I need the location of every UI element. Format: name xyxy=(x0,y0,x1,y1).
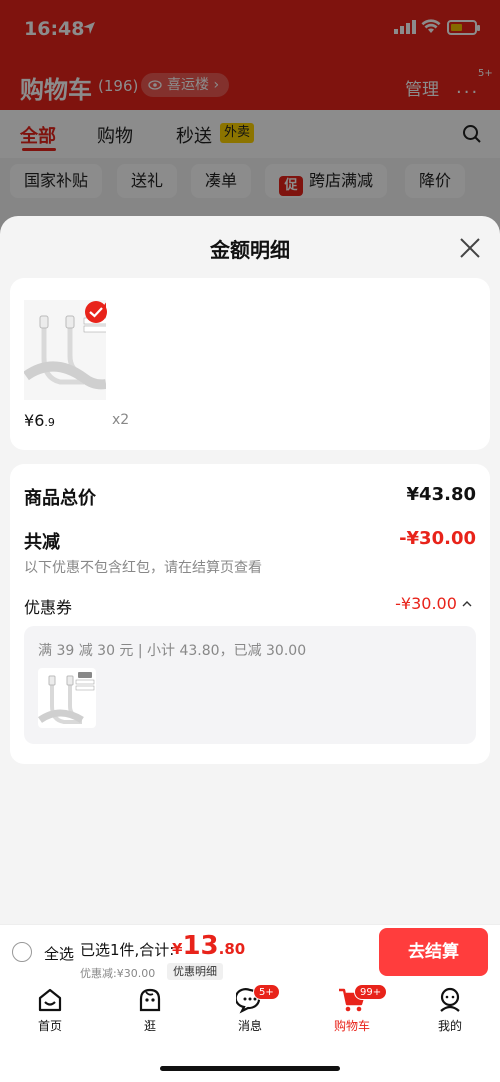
sheet-title: 金额明细 xyxy=(210,238,290,262)
messages-badge: 5+ xyxy=(253,984,280,1000)
total-price-label: 商品总价 xyxy=(24,488,96,509)
select-all-radio[interactable] xyxy=(12,942,32,962)
select-all-label[interactable]: 全选 xyxy=(44,943,74,964)
profile-icon xyxy=(440,987,460,1012)
product-quantity: x2 xyxy=(112,412,130,428)
tab-cart[interactable]: 购物车 99+ xyxy=(312,984,392,1034)
coupon-description: 满 39 减 30 元 | 小计 43.80，已减 30.00 xyxy=(38,643,307,659)
amount-detail-sheet: 金额明细 ¥6.9 x2 商品总价 ¥43.80 共减 -¥30.00 以下优惠… xyxy=(0,216,500,924)
checkout-button[interactable]: 去结算 xyxy=(379,928,488,976)
checkout-bar: 全选 已选1件,合计: ¥13.80 优惠减:¥30.00 优惠明细 去结算 xyxy=(0,924,500,982)
tab-profile[interactable]: 我的 xyxy=(410,986,490,1034)
discount-detail-button[interactable]: 优惠明细 xyxy=(167,963,223,980)
explore-icon xyxy=(139,988,161,1012)
tab-messages[interactable]: 消息 5+ xyxy=(210,984,290,1034)
selected-summary: 已选1件,合计: xyxy=(80,941,175,959)
home-icon xyxy=(38,988,62,1012)
total-reduce-value: -¥30.00 xyxy=(399,528,476,549)
product-card: ¥6.9 x2 xyxy=(10,278,490,450)
home-indicator xyxy=(160,1066,340,1071)
total-reduce-label: 共减 xyxy=(24,532,60,553)
tab-explore[interactable]: 逛 xyxy=(110,986,190,1034)
total-price-value: ¥43.80 xyxy=(406,484,476,505)
price-summary-card: 商品总价 ¥43.80 共减 -¥30.00 以下优惠不包含红包，请在结算页查看… xyxy=(10,464,490,764)
cart-badge: 99+ xyxy=(354,984,388,1000)
product-price: ¥6.9 xyxy=(24,411,55,430)
tab-home[interactable]: 首页 xyxy=(10,986,90,1034)
coupon-product-image xyxy=(37,668,96,728)
coupon-detail-box: 满 39 减 30 元 | 小计 43.80，已减 30.00 xyxy=(24,626,476,744)
discount-amount: 优惠减:¥30.00 xyxy=(80,967,156,980)
chevron-up-icon xyxy=(462,601,472,607)
coupon-label: 优惠券 xyxy=(24,598,73,617)
bottom-tab-bar: 首页 逛 消息 5+ 购物车 99+ 我的 xyxy=(0,982,500,1082)
discount-note: 以下优惠不包含红包，请在结算页查看 xyxy=(24,560,262,576)
coupon-value[interactable]: -¥30.00 xyxy=(395,594,472,613)
total-amount: ¥13.80 xyxy=(172,931,246,961)
check-badge-icon xyxy=(85,301,107,323)
close-icon[interactable] xyxy=(456,234,484,262)
